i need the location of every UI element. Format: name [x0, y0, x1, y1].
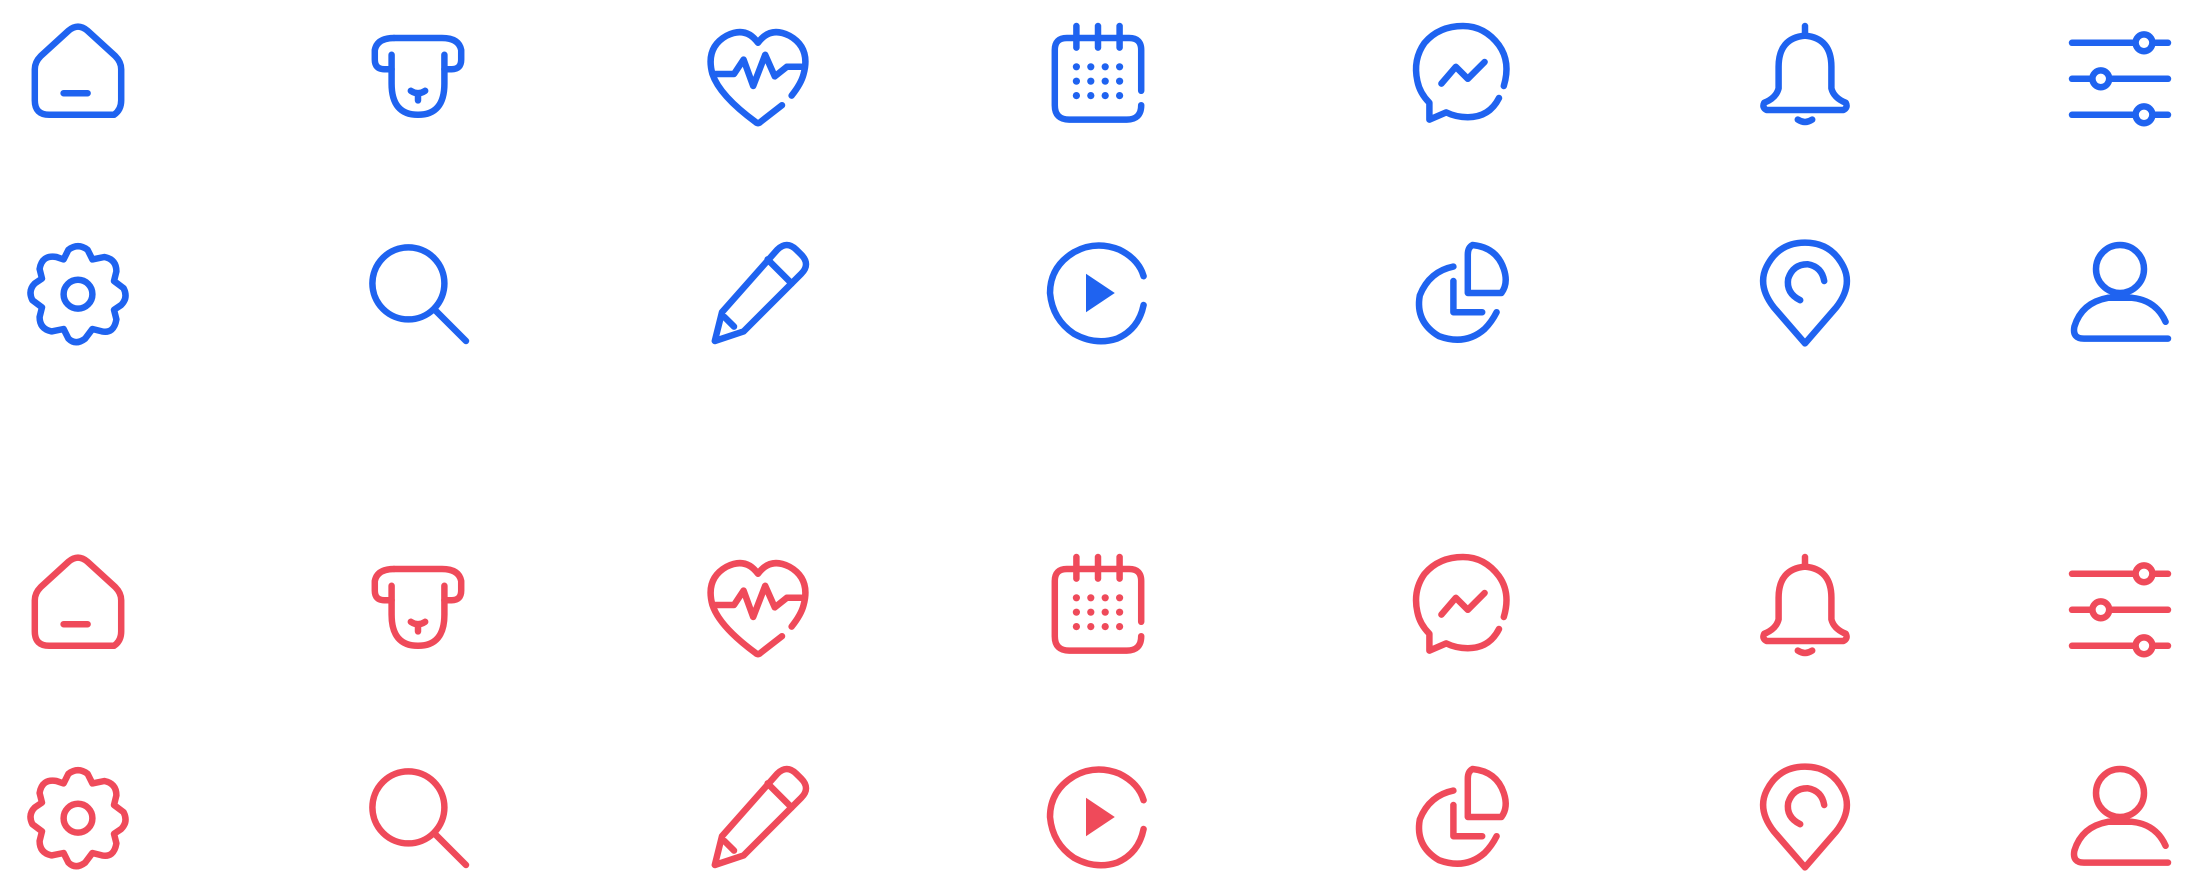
heart-pulse-icon [698, 545, 818, 665]
bell-icon [1745, 545, 1865, 665]
heart-pulse-icon [698, 14, 818, 134]
bell-icon [1745, 14, 1865, 134]
location-pin-icon [1745, 757, 1865, 877]
search-icon [358, 233, 478, 353]
pencil-icon [698, 757, 818, 877]
search-icon [358, 757, 478, 877]
home-icon [18, 545, 138, 665]
dog-icon [358, 545, 478, 665]
pie-chart-icon [1403, 757, 1523, 877]
calendar-icon [1038, 545, 1158, 665]
icon-sheet [0, 0, 2185, 878]
pencil-icon [698, 233, 818, 353]
location-pin-icon [1745, 233, 1865, 353]
calendar-icon [1038, 14, 1158, 134]
pie-chart-icon [1403, 233, 1523, 353]
home-icon [18, 14, 138, 134]
sliders-icon [2060, 545, 2180, 665]
gear-icon [18, 757, 138, 877]
sliders-icon [2060, 14, 2180, 134]
play-circle-icon [1038, 757, 1158, 877]
messenger-icon [1403, 545, 1523, 665]
messenger-icon [1403, 14, 1523, 134]
dog-icon [358, 14, 478, 134]
play-circle-icon [1038, 233, 1158, 353]
gear-icon [18, 233, 138, 353]
user-icon [2060, 757, 2180, 877]
user-icon [2060, 233, 2180, 353]
